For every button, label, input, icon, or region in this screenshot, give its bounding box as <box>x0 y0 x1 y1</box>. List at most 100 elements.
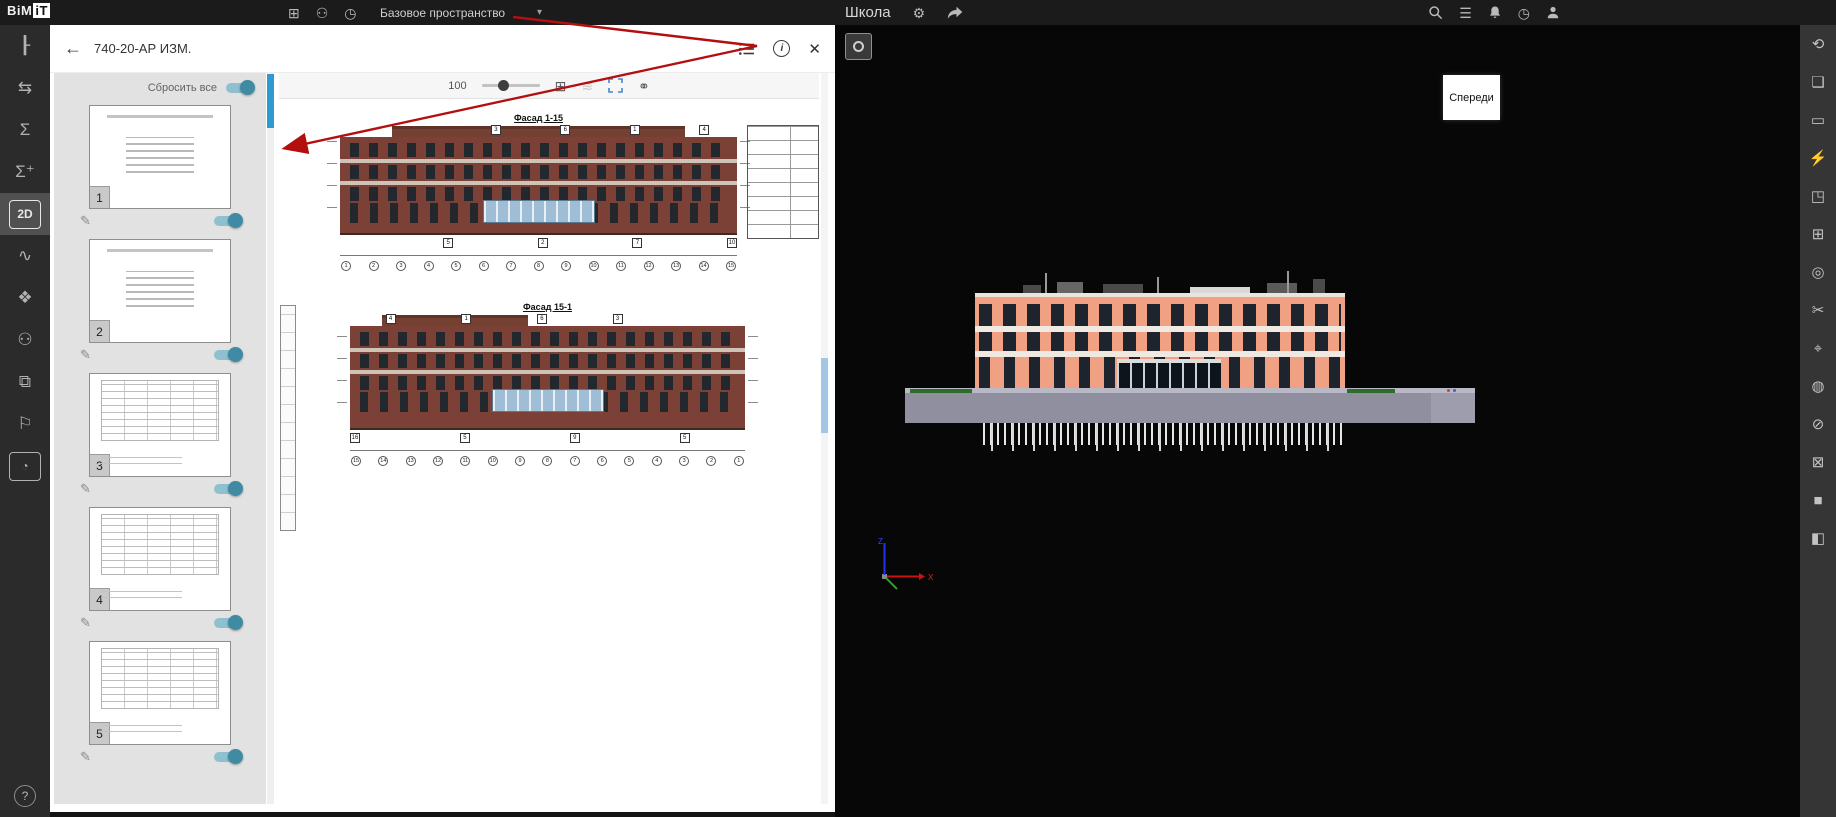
axis-label: 10 <box>488 456 498 466</box>
dashboard-icon[interactable]: ◔ <box>0 445 50 487</box>
storage-icon[interactable]: ⊞ <box>288 6 300 20</box>
document-title: 740-20-АР ИЗМ. <box>94 41 191 56</box>
search-icon[interactable] <box>1428 5 1443 20</box>
workspace-selector[interactable]: Базовое пространство ▾ <box>380 0 542 25</box>
orbit-icon[interactable]: ⟲ <box>1800 25 1836 63</box>
axis-label: 9 <box>515 456 525 466</box>
facade-drawing-2: Фасад 15-1 4163 16595 151413121110987654… <box>350 302 745 466</box>
quick-pin-icon[interactable]: ⚡ <box>1800 139 1836 177</box>
thumbnail-page[interactable]: 1 <box>89 105 231 209</box>
person-location-icon[interactable]: ⚐ <box>0 403 50 445</box>
users-icon[interactable]: ⚇ <box>0 319 50 361</box>
viewer-3d[interactable]: Спереди Z X <box>835 25 1800 817</box>
info-icon[interactable]: i <box>773 40 790 57</box>
thumbnail-scrollbar-thumb[interactable] <box>267 74 274 128</box>
axis-label: 8 <box>534 261 544 271</box>
edit-icon[interactable]: ✎ <box>80 615 91 631</box>
section-cube-icon[interactable]: ◧ <box>1800 519 1836 557</box>
thumbnail-item: 4✎ <box>54 507 266 631</box>
graphs-icon[interactable]: ∿ <box>0 235 50 277</box>
axis-label: 8 <box>542 456 552 466</box>
plugins-icon[interactable]: ❖ <box>0 277 50 319</box>
screen-select-icon[interactable]: ❏ <box>1800 63 1836 101</box>
entrance-glazing-3d <box>1117 359 1221 390</box>
page-visibility-toggle[interactable] <box>214 484 240 494</box>
foundation-piles <box>991 423 1335 451</box>
focus-icon[interactable]: ◎ <box>1800 253 1836 291</box>
viewer-scrollbar-thumb[interactable] <box>821 358 828 433</box>
share-icon[interactable] <box>947 6 963 20</box>
document-header: ← 740-20-АР ИЗМ. i ✕ <box>50 25 835 73</box>
axis-label: 5 <box>624 456 634 466</box>
sum-add-icon[interactable]: Σ⁺ <box>0 151 50 193</box>
hide-icon[interactable]: ⊘ <box>1800 405 1836 443</box>
facade-title: Фасад 15-1 <box>350 302 745 312</box>
thumbnail-item: 2✎ <box>54 239 266 363</box>
notifications-bell-icon[interactable] <box>1488 5 1502 20</box>
view-capture-icon[interactable] <box>845 33 872 60</box>
document-panel: ← 740-20-АР ИЗМ. i ✕ Сбросить все 1✎2✎3✎… <box>50 25 835 812</box>
model-structure-icon[interactable]: ┠ <box>0 25 50 67</box>
thumbnail-page[interactable]: 4 <box>89 507 231 611</box>
thumbnail-page[interactable]: 3 <box>89 373 231 477</box>
axis-label: 7 <box>570 456 580 466</box>
facade-title: Фасад 1-15 <box>340 113 737 123</box>
edit-icon[interactable]: ✎ <box>80 749 91 765</box>
section-plane-icon[interactable]: ◳ <box>1800 177 1836 215</box>
page-visibility-toggle[interactable] <box>214 216 240 226</box>
zoom-extents-icon[interactable]: ⊞ <box>555 79 567 93</box>
back-arrow-button[interactable]: ← <box>64 38 82 59</box>
relations-icon[interactable]: ⇆ <box>0 67 50 109</box>
collaboration-icon[interactable]: ⚇ <box>316 6 329 20</box>
view-2d-icon[interactable]: 2D <box>0 193 50 235</box>
close-icon[interactable]: ✕ <box>808 40 821 58</box>
history-icon[interactable]: ◷ <box>344 6 356 20</box>
axis-label: 4 <box>424 261 434 271</box>
recent-clock-icon[interactable]: ◷ <box>1518 6 1530 20</box>
zoom-slider-knob[interactable] <box>498 80 509 91</box>
orientation-axes: Z X <box>865 535 945 605</box>
reset-all-toggle[interactable] <box>226 83 252 93</box>
axis-label: 14 <box>699 261 709 271</box>
app-logo: BiMiT <box>7 3 50 18</box>
user-avatar-icon[interactable] <box>1546 5 1560 20</box>
axis-label: 3 <box>679 456 689 466</box>
thumbnail-item: 1✎ <box>54 105 266 229</box>
view-orientation-label: Спереди <box>1443 75 1500 120</box>
measure-tool-icon[interactable]: ≋ <box>581 79 593 93</box>
edit-icon[interactable]: ✎ <box>80 347 91 363</box>
axis-label: 12 <box>433 456 443 466</box>
callout-box: 16 <box>350 433 360 443</box>
axis-label: 11 <box>460 456 470 466</box>
page-number-badge: 1 <box>90 186 110 208</box>
zoom-slider[interactable] <box>482 84 540 87</box>
sheet-canvas[interactable]: Фасад 1-15 3614 52710 123456789101112131… <box>279 99 819 804</box>
left-rail: ┠⇆ΣΣ⁺2D∿❖⚇⧉⚐◔ ? <box>0 25 50 817</box>
link-lock-icon[interactable]: ⚭ <box>638 79 650 93</box>
clip-icon[interactable]: ✂ <box>1800 291 1836 329</box>
axis-label: 1 <box>734 456 744 466</box>
sum-icon[interactable]: Σ <box>0 109 50 151</box>
page-visibility-toggle[interactable] <box>214 618 240 628</box>
page-visibility-toggle[interactable] <box>214 752 240 762</box>
sheet-list-icon[interactable] <box>738 42 755 56</box>
solid-cube-icon[interactable]: ■ <box>1800 481 1836 519</box>
measure-icon[interactable]: ▭ <box>1800 101 1836 139</box>
thumbnail-page[interactable]: 5 <box>89 641 231 745</box>
axis-label: 15 <box>351 456 361 466</box>
page-visibility-toggle[interactable] <box>214 350 240 360</box>
edit-icon[interactable]: ✎ <box>80 213 91 229</box>
delete-selection-icon[interactable]: ⊠ <box>1800 443 1836 481</box>
export-icon[interactable]: ⧉ <box>0 361 50 403</box>
edit-icon[interactable]: ✎ <box>80 481 91 497</box>
axis-label: 4 <box>652 456 662 466</box>
settings-gear-icon[interactable]: ⚙ <box>913 6 926 20</box>
help-button[interactable]: ? <box>14 785 36 807</box>
fit-screen-icon[interactable] <box>608 78 623 93</box>
crosshair-icon[interactable]: ⌖ <box>1800 329 1836 367</box>
landscape-strip <box>910 389 972 393</box>
menu-list-icon[interactable]: ☰ <box>1459 6 1472 20</box>
shaded-view-icon[interactable]: ◍ <box>1800 367 1836 405</box>
thumbnail-page[interactable]: 2 <box>89 239 231 343</box>
grid-icon[interactable]: ⊞ <box>1800 215 1836 253</box>
